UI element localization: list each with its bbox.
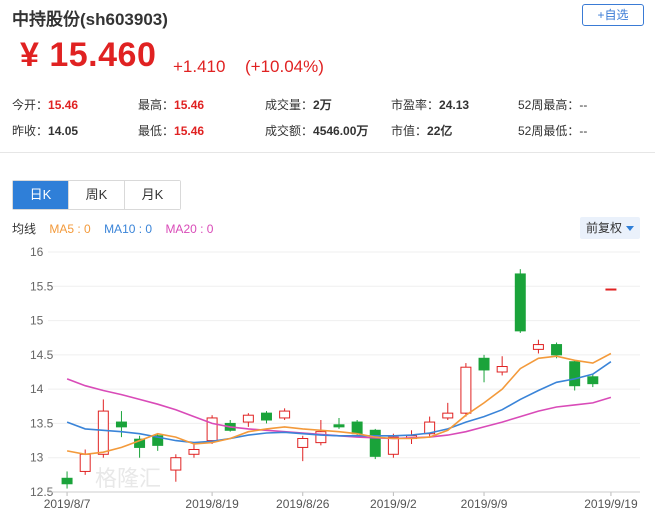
y-tick-label: 13.5 [30,416,54,430]
candle-body [514,273,526,332]
candle [61,471,73,489]
stat-market-cap: 市值：22亿 [391,124,453,138]
price-adjust-label: 前复权 [585,221,622,235]
ma5-legend: MA5 : 0 [49,222,91,236]
y-tick-label: 15.5 [30,279,54,293]
divider [0,152,655,153]
candle [514,269,526,333]
stat-open: 今开：15.46 [12,98,79,112]
x-tick-label: 2019/9/2 [370,497,417,511]
candle [97,399,109,458]
stat-52w-high: 52周最高：-- [518,98,588,112]
candle-body [496,366,508,373]
y-tick-label: 13 [30,451,44,465]
candle [206,415,218,444]
watermark: 格隆汇 [95,466,161,491]
candle [242,413,254,427]
candle [260,411,272,424]
y-tick-label: 14.5 [30,348,54,362]
candle [532,339,544,354]
y-axis: 12.51313.51414.51515.516 [30,245,54,499]
stat-high: 最高：15.46 [138,98,205,112]
price-change: +1.410 [173,57,226,76]
stat-volume: 成交量：2万 [265,98,332,112]
candle [115,411,127,438]
candle [170,454,182,482]
x-tick-label: 2019/8/19 [185,497,239,511]
ma-legend: 均线 MA5 : 0 MA10 : 0 MA20 : 0 [12,220,223,237]
candle-body [532,344,544,350]
candle [188,444,200,458]
ma-lines [66,352,612,456]
y-tick-label: 14 [30,382,44,396]
x-tick-label: 2019/8/7 [44,497,91,511]
candle-body [569,361,581,387]
candle-body [242,414,254,423]
y-tick-label: 15 [30,314,44,328]
candle [478,354,490,383]
x-tick-label: 2019/9/9 [461,497,508,511]
candle-body [97,410,109,455]
candle-body [605,288,617,291]
candle-body [315,431,327,444]
candle-body [387,436,399,455]
ma20-line [66,378,612,440]
candle [496,356,508,376]
candle-body [115,421,127,428]
stat-pe-ratio: 市盈率：24.13 [391,98,470,112]
tab-daily-k[interactable]: 日K [13,181,69,209]
candle-body [79,453,91,472]
candle-body [351,421,363,435]
candle [369,428,381,460]
caret-down-icon [626,226,634,232]
candle-body [442,412,454,419]
price-adjust-dropdown[interactable]: 前复权 [580,217,640,239]
candle-body [369,429,381,457]
candle-body [587,376,599,385]
x-tick-label: 2019/9/19 [584,497,638,511]
candle [279,408,291,420]
stat-52w-low: 52周最低：-- [518,124,588,138]
candle-body [170,457,182,471]
ma5-line [66,352,612,456]
candle-body [551,344,563,356]
candle-body [188,448,200,455]
current-price: ¥ 15.460 [20,36,157,74]
price-change-pct: (+10.04%) [245,57,324,76]
x-tick-label: 2019/8/26 [276,497,330,511]
chart-grid [48,251,640,493]
candles [61,269,617,489]
candle [460,363,472,417]
add-watchlist-button[interactable]: +自选 [582,4,644,26]
candle-body [478,357,490,371]
stat-low: 最低：15.46 [138,124,205,138]
candle-body [260,412,272,421]
stat-turnover: 成交额：4546.00万 [265,124,369,138]
candle [387,433,399,458]
ma20-legend: MA20 : 0 [165,222,214,236]
candle [569,360,581,391]
candle-body [279,410,291,419]
ma10-legend: MA10 : 0 [104,222,153,236]
candle-body [61,477,73,485]
candle-body [460,366,472,414]
tab-monthly-k[interactable]: 月K [125,181,180,209]
stat-prev-close: 昨收：14.05 [12,124,79,138]
candle [587,374,599,388]
candle [605,288,617,291]
candle-body [297,438,309,448]
candle-body [333,424,345,428]
stock-title: 中持股份(sh603903) [12,10,168,29]
y-tick-label: 16 [30,245,44,259]
tab-weekly-k[interactable]: 周K [69,181,125,209]
kline-chart: 12.51313.51414.51515.516 2019/8/7 2019/8/… [30,245,640,511]
x-axis: 2019/8/7 2019/8/19 2019/8/26 2019/9/2 2019/9… [44,491,640,511]
ma-title: 均线 [12,222,37,236]
candle [442,402,454,420]
period-tabs: 日K 周K 月K [12,180,181,210]
